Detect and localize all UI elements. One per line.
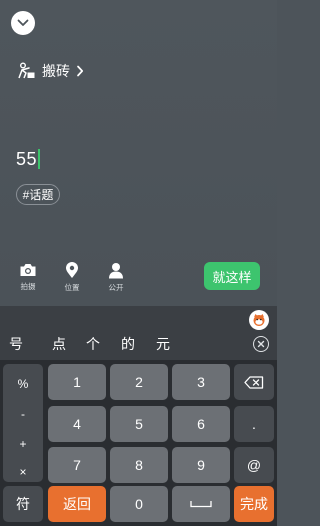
ime-mascot-icon[interactable]: [249, 310, 269, 330]
topic-selector[interactable]: 搬砖: [16, 60, 84, 82]
dot-key[interactable]: .: [234, 406, 274, 442]
symbol-column[interactable]: % - + ×: [3, 364, 43, 482]
tool-camera-label: 拍摄: [20, 282, 36, 291]
backspace-key[interactable]: [234, 364, 274, 400]
key-8[interactable]: 8: [110, 447, 168, 483]
person-icon: [109, 263, 123, 279]
back-key[interactable]: 返回: [48, 486, 106, 522]
symbols-key[interactable]: 符: [3, 486, 43, 522]
key-6[interactable]: 6: [172, 406, 230, 442]
key-1[interactable]: 1: [48, 364, 106, 400]
symbol-key[interactable]: -: [3, 402, 43, 426]
hashtag-button[interactable]: #话题: [16, 184, 60, 205]
post-text-input[interactable]: 55: [16, 148, 41, 170]
close-icon: [257, 340, 265, 348]
tool-location-label: 位置: [64, 283, 80, 292]
key-2[interactable]: 2: [110, 364, 168, 400]
symbol-key[interactable]: +: [3, 432, 43, 456]
done-key[interactable]: 完成: [234, 486, 274, 522]
backspace-icon: [244, 375, 264, 389]
topic-label: 搬砖: [42, 63, 70, 79]
worker-icon: [18, 62, 35, 79]
ime-candidate-bar: 号 点 个 的 元: [0, 306, 277, 360]
numeric-keyboard: % - + × 1 2 3 4 5 6 7 8 9 . @ 符 返回 0 完成: [0, 360, 277, 526]
at-key[interactable]: @: [234, 447, 274, 483]
camera-icon: [20, 264, 36, 276]
composer-panel: 搬砖 55 #话题 拍摄 位置 公开 就这样: [0, 0, 277, 306]
key-9[interactable]: 9: [172, 447, 230, 483]
submit-button[interactable]: 就这样: [204, 262, 260, 290]
candidate-item[interactable]: 号: [9, 334, 23, 354]
symbol-key[interactable]: %: [3, 372, 43, 396]
candidate-item[interactable]: 点: [52, 334, 66, 354]
collapse-button[interactable]: [11, 11, 35, 35]
key-0[interactable]: 0: [110, 486, 168, 522]
candidate-item[interactable]: 个: [86, 334, 100, 354]
ime-close-button[interactable]: [253, 336, 269, 352]
text-caret: [38, 149, 41, 169]
tool-visibility[interactable]: 公开: [98, 262, 134, 296]
symbol-key[interactable]: ×: [3, 460, 43, 484]
space-key[interactable]: [172, 486, 230, 522]
key-5[interactable]: 5: [110, 406, 168, 442]
location-pin-icon: [66, 262, 78, 278]
tool-visibility-label: 公开: [108, 283, 124, 292]
candidate-item[interactable]: 元: [156, 334, 170, 354]
key-7[interactable]: 7: [48, 447, 106, 483]
post-text-value: 55: [16, 148, 38, 169]
chevron-right-icon: [77, 65, 84, 77]
candidate-list: 号 点 个 的 元: [0, 332, 240, 356]
tool-camera[interactable]: 拍摄: [10, 262, 46, 296]
key-3[interactable]: 3: [172, 364, 230, 400]
chevron-down-icon: [17, 19, 29, 26]
space-icon: [190, 501, 212, 508]
tool-location[interactable]: 位置: [54, 262, 90, 296]
key-4[interactable]: 4: [48, 406, 106, 442]
candidate-item[interactable]: 的: [121, 334, 135, 354]
